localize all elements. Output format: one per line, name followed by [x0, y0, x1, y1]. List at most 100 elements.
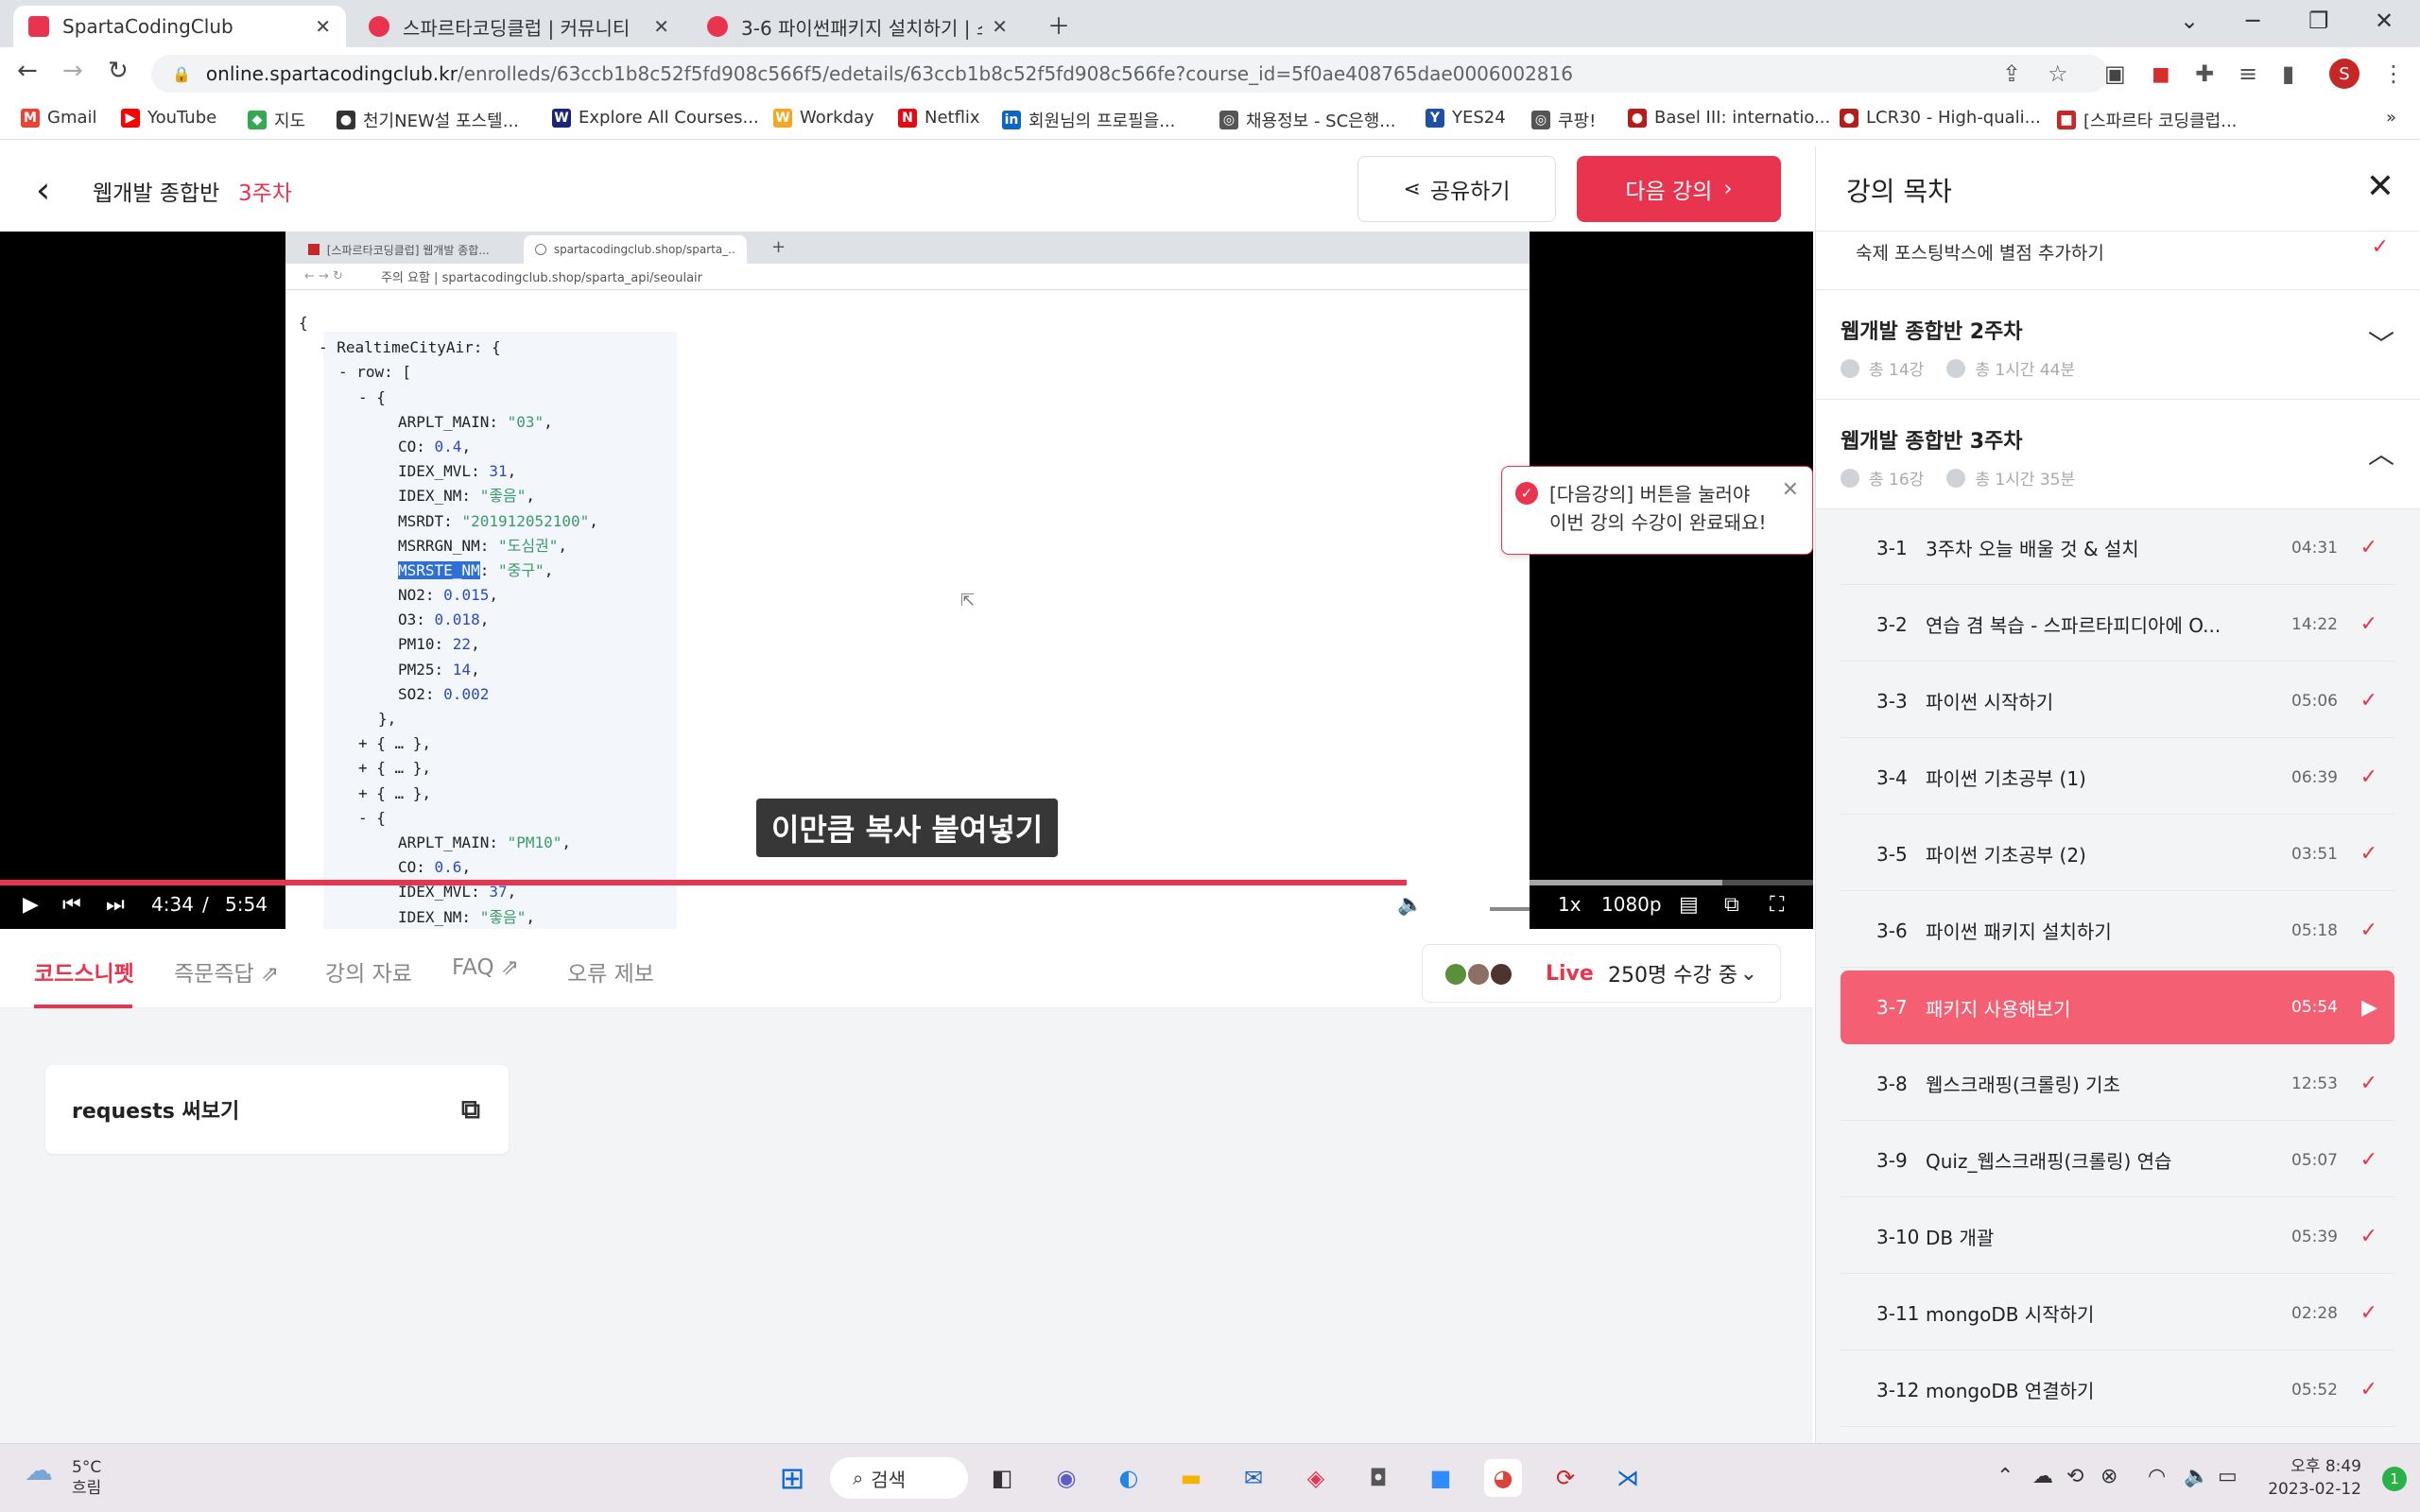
lecture-item[interactable]: 3-4 파이썬 기초공부 (1) 06:39 ✓ — [1841, 741, 2394, 815]
bookmark-item[interactable]: W Workday — [773, 108, 874, 128]
speaker-icon[interactable]: 🔈 — [2184, 1465, 2209, 1488]
camera-icon[interactable]: ◘ — [1359, 1459, 1397, 1497]
lecture-item[interactable]: 3-7 패키지 사용해보기 05:54 ▶ — [1841, 971, 2394, 1044]
next-icon[interactable]: ⏭ — [106, 893, 125, 917]
maximize-icon[interactable]: ❐ — [2308, 8, 2329, 34]
bookmark-item[interactable]: ● 천기NEW설 포스텔... — [337, 108, 519, 132]
close-tab-icon[interactable]: ✕ — [315, 15, 331, 38]
copy-icon[interactable]: ⧉ — [461, 1093, 480, 1125]
share-button[interactable]: ⋖ 공유하기 — [1357, 156, 1556, 222]
notification-badge[interactable]: 1 — [2382, 1467, 2407, 1491]
close-window-icon[interactable]: ✕ — [2375, 8, 2394, 34]
browser-tab[interactable]: 3-6 파이썬패키지 설치하기 | 스파 ✕ — [692, 6, 1023, 47]
quality-selector[interactable]: 1080p — [1601, 893, 1662, 916]
minimize-icon[interactable]: ─ — [2246, 8, 2259, 34]
wifi-icon[interactable]: ◠ — [2148, 1465, 2166, 1488]
extensions-puzzle-icon[interactable]: ✚ — [2195, 60, 2214, 87]
video-player[interactable]: [스파르타코딩클럽] 웹개발 종합... spartacodingclub.sh… — [0, 232, 1813, 929]
lecture-item[interactable]: 3-10 DB 개괄 05:39 ✓ — [1841, 1200, 2394, 1274]
tab-materials[interactable]: 강의 자료 — [325, 955, 412, 988]
lecture-item[interactable]: 3-8 웹스크래핑(크롤링) 기초 12:53 ✓ — [1841, 1047, 2394, 1121]
play-icon[interactable]: ▶ — [23, 893, 39, 917]
close-sidebar-icon[interactable]: ✕ — [2366, 167, 2394, 206]
bookmark-item[interactable]: ◆ 지도 — [248, 108, 305, 132]
browser-tab[interactable]: SpartaCodingClub ✕ — [13, 6, 346, 47]
extension-icon[interactable]: ▣ — [2104, 60, 2126, 87]
reload-icon[interactable]: ↻ — [108, 57, 129, 85]
pdf-extension-icon[interactable]: ◼ — [2152, 60, 2170, 87]
previous-icon[interactable]: ⏮ — [62, 893, 81, 917]
taskbar-search[interactable]: ⌕ 검색 — [830, 1457, 968, 1499]
volume-icon[interactable]: 🔈 — [1397, 893, 1423, 917]
bookmark-item[interactable]: ● Basel III: internatio... — [1628, 108, 1830, 128]
battery-icon[interactable]: ▭ — [2218, 1465, 2238, 1488]
picture-in-picture-icon[interactable]: ⧉ — [1724, 893, 1739, 917]
tab-report-error[interactable]: 오류 제보 — [567, 955, 654, 988]
tab-faq[interactable]: FAQ ⇗ — [452, 955, 519, 980]
zoom-icon[interactable]: ■ — [1422, 1459, 1460, 1497]
bookmark-item[interactable]: N Netflix — [898, 108, 980, 128]
forward-icon[interactable]: → — [62, 57, 83, 85]
profile-avatar[interactable]: S — [2329, 59, 2360, 89]
tab-code-snippet[interactable]: 코드스니펫 — [34, 955, 134, 988]
lecture-item[interactable]: 3-12 mongoDB 연결하기 05:52 ✓ — [1841, 1353, 2394, 1427]
edge-icon[interactable]: ◐ — [1110, 1459, 1148, 1497]
mail-icon[interactable]: ✉ — [1235, 1459, 1272, 1497]
live-viewers-dropdown[interactable]: Live 250명 수강 중 ⌄ — [1422, 944, 1781, 1003]
lecture-item[interactable]: 3-1 3주차 오늘 배울 것 & 설치 04:31 ✓ — [1841, 511, 2394, 585]
sync-app-icon[interactable]: ⟳ — [1547, 1459, 1584, 1497]
bookmark-item[interactable]: in 회원님의 프로필을... — [1002, 108, 1175, 132]
bookmark-item[interactable]: ◎ 채용정보 - SC은행... — [1219, 108, 1395, 132]
menu-kebab-icon[interactable]: ⋮ — [2382, 60, 2405, 87]
weather-widget[interactable]: ☁ 5°C 흐림 — [25, 1457, 101, 1499]
reading-list-icon[interactable]: ≡ — [2238, 60, 2257, 87]
bookmark-item[interactable]: W Explore All Courses... — [552, 108, 759, 128]
bookmark-item[interactable]: M Gmail — [21, 108, 97, 128]
tab-search-icon[interactable]: ⌄ — [2180, 8, 2199, 34]
browser-tab[interactable]: 스파르타코딩클럽 | 커뮤니티 ✕ — [354, 6, 684, 47]
back-arrow-icon[interactable]: ‹ — [36, 169, 50, 211]
side-panel-icon[interactable]: ▮ — [2282, 60, 2294, 87]
bookmark-item[interactable]: Y YES24 — [1426, 108, 1506, 128]
lecture-item[interactable]: 3-6 파이썬 패키지 설치하기 05:18 ✓ — [1841, 894, 2394, 968]
windows-start-icon[interactable]: ⊞ — [773, 1459, 811, 1497]
close-tab-icon[interactable]: ✕ — [653, 15, 669, 38]
snippet-card[interactable]: requests 써보기 ⧉ — [45, 1065, 509, 1154]
back-icon[interactable]: ← — [17, 57, 38, 85]
lecture-item[interactable]: 3-11 mongoDB 시작하기 02:28 ✓ — [1841, 1277, 2394, 1350]
bookmark-item[interactable]: ◎ 쿠팡! — [1531, 108, 1596, 132]
system-clock[interactable]: 오후 8:49 2023-02-12 — [2268, 1455, 2361, 1501]
lecture-item[interactable]: 3-2 연습 겸 복습 - 스파르타피디아에 O... 14:22 ✓ — [1841, 588, 2394, 662]
sparta-app-icon[interactable]: ◈ — [1297, 1459, 1335, 1497]
new-tab-icon[interactable]: ＋ — [1047, 8, 1070, 41]
task-view-icon[interactable]: ◧ — [983, 1459, 1021, 1497]
onedrive-icon[interactable]: ☁ — [2032, 1465, 2053, 1488]
x-tray-icon[interactable]: ⊗ — [2100, 1465, 2118, 1488]
sidebar-item-homework[interactable]: 숙제 포스팅박스에 별점 추가하기 ✓ — [1816, 232, 2420, 290]
next-lecture-button[interactable]: 다음 강의 › — [1577, 156, 1781, 222]
tray-overflow-icon[interactable]: ⌃ — [1996, 1465, 2014, 1488]
bookmark-item[interactable]: ▶ YouTube — [121, 108, 216, 128]
bookmarks-overflow-icon[interactable]: » — [2386, 108, 2396, 128]
close-tab-icon[interactable]: ✕ — [992, 15, 1008, 38]
bookmark-item[interactable]: ■ [스파르타 코딩클럽... — [2057, 108, 2237, 132]
lecture-item[interactable]: 3-3 파이썬 시작하기 05:06 ✓ — [1841, 664, 2394, 738]
teams-chat-icon[interactable]: ◉ — [1047, 1459, 1085, 1497]
sync-tray-icon[interactable]: ⟲ — [2066, 1465, 2083, 1488]
close-toast-icon[interactable]: ✕ — [1782, 476, 1799, 505]
volume-slider[interactable] — [1431, 907, 1530, 911]
lecture-item[interactable]: 3-9 Quiz_웹스크래핑(크롤링) 연습 05:07 ✓ — [1841, 1124, 2394, 1197]
fullscreen-icon[interactable]: ⛶ — [1770, 893, 1784, 917]
subtitles-icon[interactable]: ▤ — [1679, 893, 1699, 917]
chrome-icon[interactable]: ◕ — [1484, 1459, 1522, 1497]
lecture-item[interactable]: 3-5 파이썬 기초공부 (2) 03:51 ✓ — [1841, 817, 2394, 891]
share-page-icon[interactable]: ⇪ — [2002, 60, 2021, 87]
address-bar[interactable]: 🔒 online.spartacodingclub.kr/enrolleds/6… — [151, 55, 2108, 93]
bookmark-item[interactable]: ● LCR30 - High-quali... — [1840, 108, 2041, 128]
bookmark-star-icon[interactable]: ☆ — [2048, 60, 2068, 87]
section-week3[interactable]: 웹개발 종합반 3주차 총 16강 총 1시간 35분 ︿ — [1816, 400, 2420, 509]
tab-qna[interactable]: 즉문즉답 ⇗ — [174, 955, 279, 988]
vscode-icon[interactable]: ⋊ — [1609, 1459, 1647, 1497]
playback-speed[interactable]: 1x — [1558, 893, 1582, 916]
file-explorer-icon[interactable]: ▬ — [1172, 1459, 1210, 1497]
